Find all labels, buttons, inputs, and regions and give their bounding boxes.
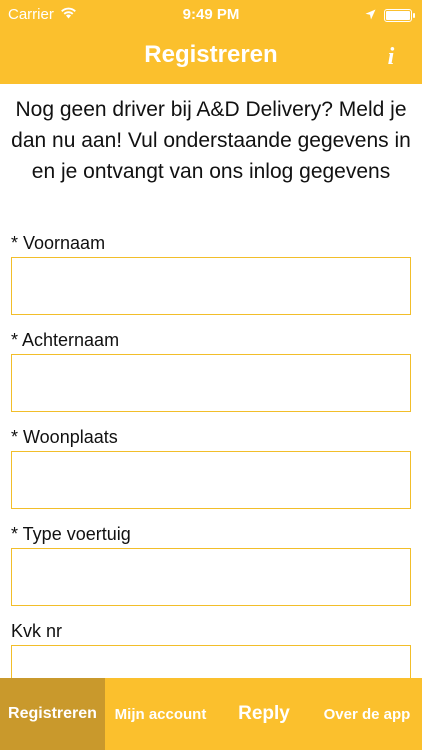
woonplaats-field[interactable] — [11, 451, 411, 509]
info-icon[interactable]: i — [378, 42, 404, 72]
location-arrow-icon — [365, 7, 376, 24]
achternaam-field[interactable] — [11, 354, 411, 412]
type-voertuig-label: * Type voertuig — [11, 524, 131, 544]
battery-icon — [384, 9, 415, 22]
intro-text: Nog geen driver bij A&D Delivery? Meld j… — [11, 98, 411, 183]
woonplaats-label: * Woonplaats — [11, 427, 118, 447]
tab-bar: Registreren Mijn account Reply Over de a… — [0, 678, 422, 750]
voornaam-field[interactable] — [11, 257, 411, 315]
tab-mijn-account[interactable]: Mijn account — [105, 678, 216, 750]
battery-level — [386, 11, 410, 20]
voornaam-label: * Voornaam — [11, 233, 106, 253]
kvk-nr-label: Kvk nr — [11, 621, 63, 641]
status-right — [365, 7, 415, 24]
tab-reply[interactable]: Reply — [216, 678, 312, 750]
nav-bar: Registreren i — [0, 30, 422, 84]
achternaam-label: * Achternaam — [11, 330, 120, 350]
type-voertuig-field[interactable] — [11, 548, 411, 606]
status-bar: Carrier 9:49 PM — [0, 0, 422, 30]
status-time: 9:49 PM — [182, 6, 240, 23]
tab-over-de-app[interactable]: Over de app — [312, 678, 422, 750]
page-title: Registreren — [144, 41, 278, 68]
tab-registreren[interactable]: Registreren — [0, 678, 105, 750]
